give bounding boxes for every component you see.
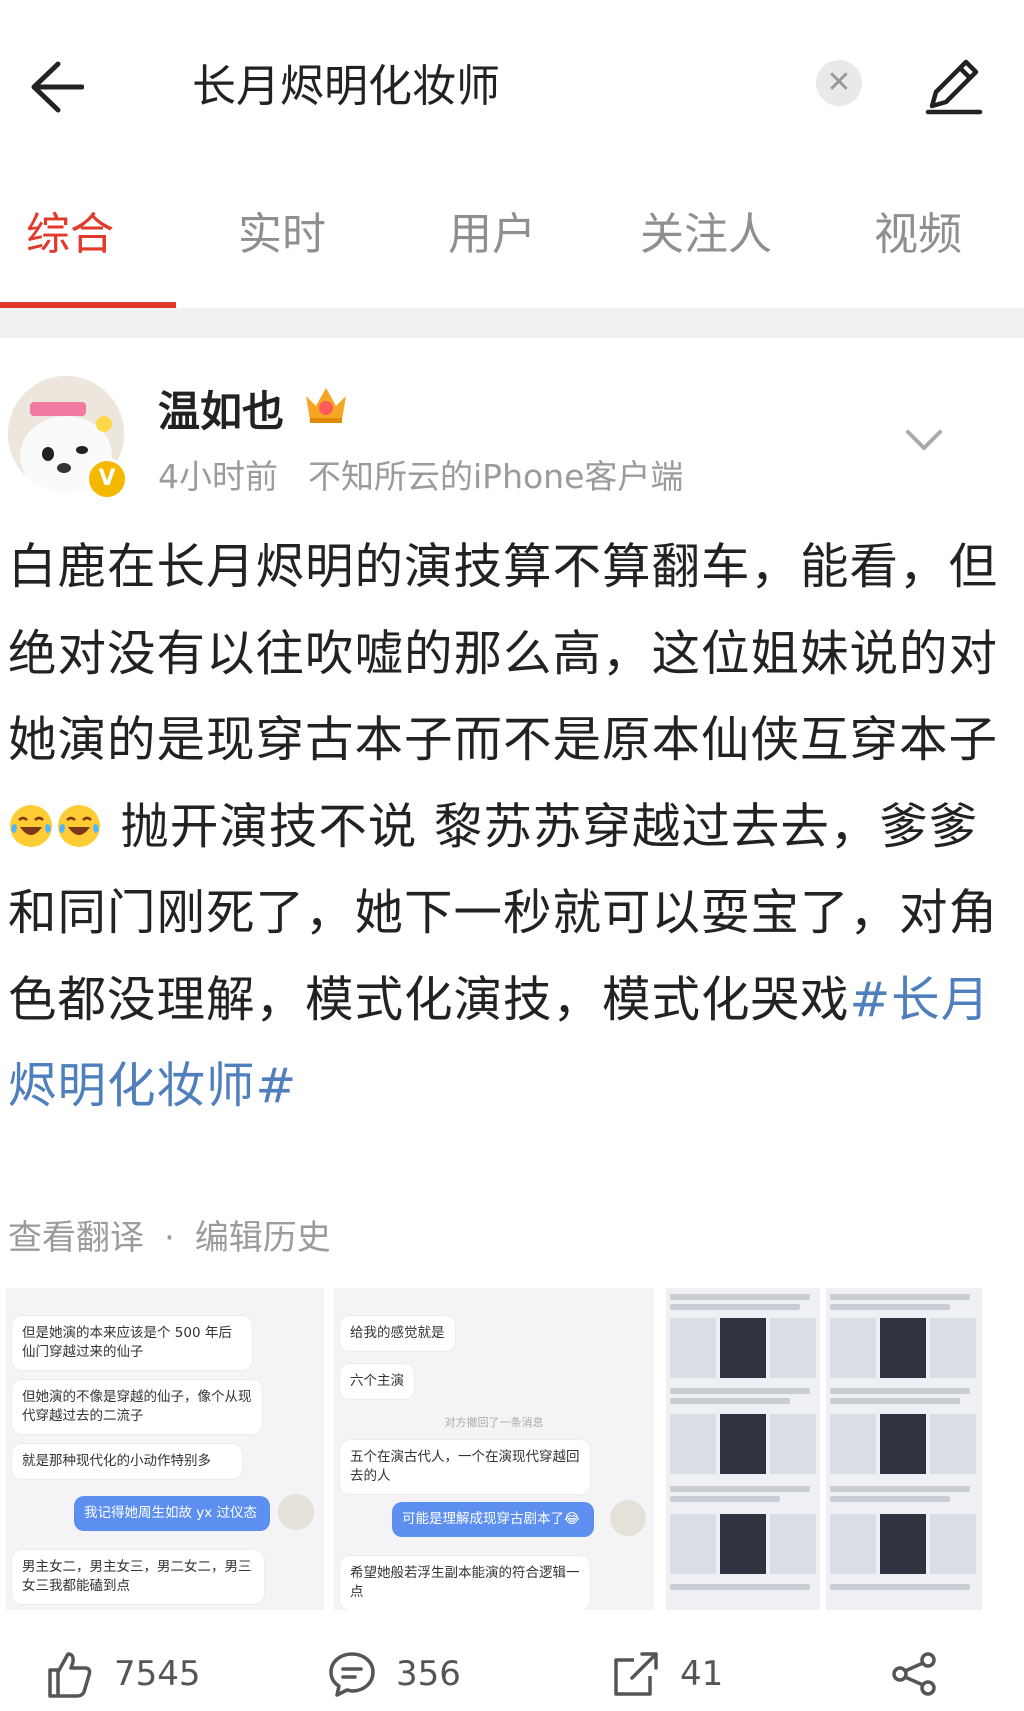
- collage-photo: [720, 1318, 766, 1378]
- tab-users[interactable]: 用户: [422, 200, 562, 270]
- chat-avatar: [610, 1500, 646, 1536]
- collage-text-line: [670, 1496, 780, 1502]
- system-notice: 对方撤回了一条消息: [444, 1416, 544, 1429]
- comment-button[interactable]: 356: [326, 1636, 461, 1711]
- tab-video[interactable]: 视频: [848, 200, 988, 270]
- collage-photo: [930, 1414, 976, 1474]
- laugh-cry-emoji-icon: [58, 804, 100, 847]
- post-time: 4小时前: [158, 457, 278, 496]
- collage-photo: [880, 1318, 926, 1378]
- chat-message-self: 我记得她周生如故 yx 过仪态: [74, 1496, 270, 1531]
- collage-photo: [670, 1514, 716, 1574]
- collage-photo: [670, 1318, 716, 1378]
- collage-text-line: [830, 1584, 970, 1590]
- chat-message-self: 可能是理解成现穿古剧本了😂: [392, 1502, 594, 1537]
- action-bar: 7545 356 41: [0, 1636, 1024, 1711]
- collage-text-line: [830, 1388, 970, 1394]
- post-meta: 4小时前 不知所云的iPhone客户端: [158, 450, 683, 498]
- chat-message: 六个主演: [340, 1364, 414, 1399]
- collage-text-line: [670, 1388, 810, 1394]
- chat-message: 男主女二，男主女三，男二女二，男三女三我都能磕到点: [12, 1550, 264, 1604]
- chat-message: 就是那种现代化的小动作特别多: [12, 1444, 242, 1479]
- chat-message: 但她演的不像是穿越的仙子，像个从现代穿越过去的二流子: [12, 1380, 262, 1434]
- collage-text-line: [670, 1304, 800, 1310]
- author-name[interactable]: 温如也: [158, 378, 284, 439]
- search-input[interactable]: 长月烬明化妆师: [192, 52, 500, 122]
- chevron-down-icon[interactable]: [900, 420, 948, 460]
- edit-history-link[interactable]: 编辑历史: [195, 1218, 331, 1258]
- post-image-1[interactable]: 但是她演的本来应该是个 500 年后仙门穿越过来的仙子 但她演的不像是穿越的仙子…: [6, 1288, 324, 1610]
- chat-avatar: [278, 1494, 314, 1530]
- chat-message: 给我的感觉就是: [340, 1316, 455, 1351]
- collage-text-line: [670, 1486, 810, 1492]
- back-icon[interactable]: [14, 52, 84, 122]
- collage-text-line: [670, 1398, 790, 1404]
- repost-button[interactable]: 41: [610, 1636, 723, 1711]
- collage-photo: [830, 1514, 876, 1574]
- collage-photo: [720, 1514, 766, 1574]
- collage-text-line: [670, 1294, 810, 1300]
- share-button[interactable]: [888, 1636, 958, 1711]
- post-image-2[interactable]: 给我的感觉就是 六个主演 对方撤回了一条消息 五个在演古代人，一个在演现代穿越回…: [334, 1288, 654, 1610]
- tab-following[interactable]: 关注人: [626, 200, 786, 270]
- post-tools: 查看翻译 · 编辑历史: [8, 1210, 331, 1259]
- comment-count: 356: [396, 1653, 461, 1694]
- section-divider: [0, 308, 1024, 338]
- collage-text-line: [830, 1304, 950, 1310]
- collage-text-line: [830, 1496, 950, 1502]
- collage-photo: [830, 1414, 876, 1474]
- laugh-cry-emoji-icon: [10, 804, 52, 847]
- verified-icon: V: [86, 458, 128, 500]
- collage-text-line: [830, 1486, 970, 1492]
- post-image-3[interactable]: [664, 1288, 984, 1610]
- edit-icon[interactable]: [918, 50, 988, 120]
- collage-photo: [720, 1414, 766, 1474]
- collage-photo: [770, 1514, 816, 1574]
- collage-photo: [930, 1318, 976, 1378]
- separator-dot: ·: [164, 1218, 175, 1258]
- collage-photo: [770, 1414, 816, 1474]
- tab-realtime[interactable]: 实时: [212, 200, 352, 270]
- chat-message: 希望她般若浮生副本能演的符合逻辑一点: [340, 1556, 590, 1610]
- tab-bar: 综合 实时 用户 关注人 视频: [0, 170, 1024, 308]
- comment-icon: [329, 1651, 375, 1697]
- collage-photo: [770, 1318, 816, 1378]
- chat-message: 五个在演古代人，一个在演现代穿越回去的人: [340, 1440, 590, 1494]
- post-body: 白鹿在长月烬明的演技算不算翻车，能看，但绝对没有以往吹嘘的那么高，这位姐妹说的对…: [8, 524, 1008, 1130]
- like-icon: [48, 1651, 92, 1698]
- collage-text-line: [670, 1584, 810, 1590]
- tab-all[interactable]: 综合: [0, 200, 140, 270]
- collage-photo: [880, 1414, 926, 1474]
- share-icon: [892, 1651, 936, 1696]
- crown-icon: [306, 388, 346, 423]
- repost-icon: [614, 1651, 658, 1696]
- top-bar: 长月烬明化妆师 ✕: [0, 0, 1024, 170]
- collage-photo: [670, 1414, 716, 1474]
- collage-photo: [830, 1318, 876, 1378]
- collage-photo: [880, 1514, 926, 1574]
- collage-text-line: [830, 1294, 970, 1300]
- translate-link[interactable]: 查看翻译: [8, 1218, 144, 1258]
- post-source: 不知所云的iPhone客户端: [308, 457, 684, 496]
- repost-count: 41: [680, 1653, 724, 1694]
- chat-message: 但是她演的本来应该是个 500 年后仙门穿越过来的仙子: [12, 1316, 252, 1370]
- post-text-part1: 白鹿在长月烬明的演技算不算翻车，能看，但绝对没有以往吹嘘的那么高，这位姐妹说的对…: [8, 539, 999, 768]
- clear-icon[interactable]: ✕: [816, 60, 862, 106]
- collage-text-line: [830, 1398, 960, 1404]
- like-button[interactable]: 7545: [44, 1636, 201, 1711]
- collage-photo: [930, 1514, 976, 1574]
- like-count: 7545: [114, 1653, 201, 1694]
